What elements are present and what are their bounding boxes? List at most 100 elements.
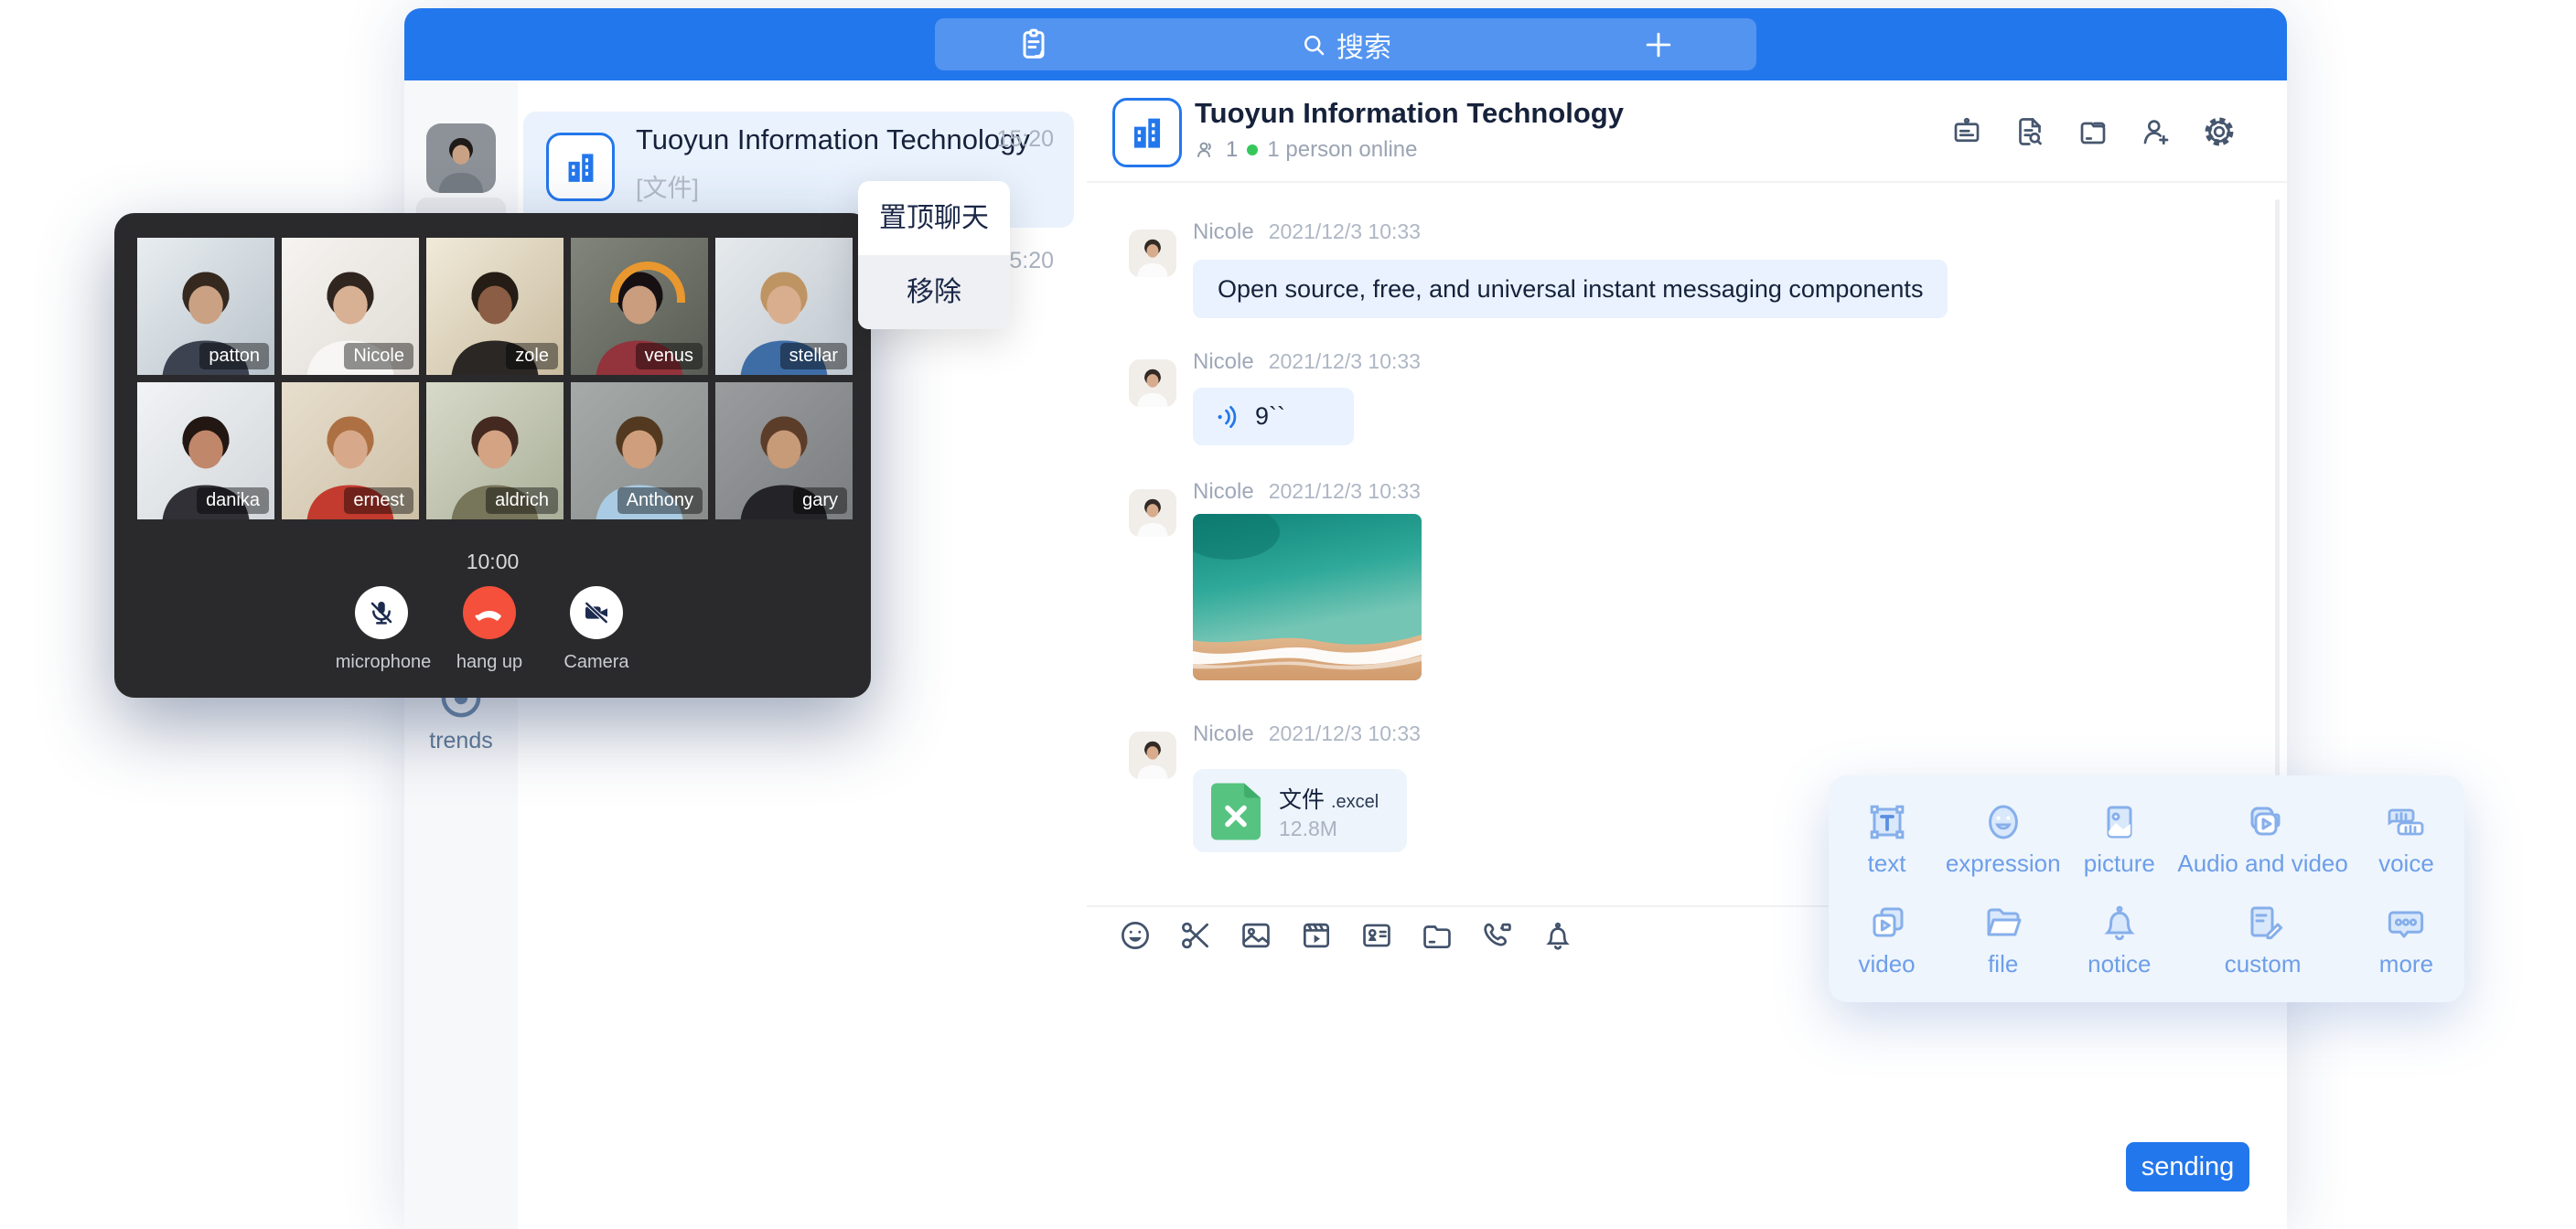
participant-name: gary xyxy=(793,487,847,514)
participant-name: ernest xyxy=(344,487,413,514)
video-grid: patton Nicole zole venus stellar danika … xyxy=(137,238,853,519)
panel-item-file[interactable]: file xyxy=(1945,889,2061,989)
add-icon[interactable] xyxy=(1641,27,1676,62)
sender-name: Nicole xyxy=(1193,721,1254,747)
video-tile: gary xyxy=(715,382,853,519)
chat-header: Tuoyun Information Technology 1 1 person… xyxy=(1087,80,2287,183)
avatar xyxy=(1129,489,1176,537)
chat-header-actions xyxy=(1950,115,2236,148)
call-icon[interactable] xyxy=(1480,918,1515,953)
voice-wave-icon xyxy=(1215,403,1242,431)
video-tile: danika xyxy=(137,382,274,519)
sender-name: Nicole xyxy=(1193,479,1254,505)
member-count: 1 xyxy=(1226,137,1238,163)
trends-label: trends xyxy=(404,728,518,754)
file-message-card[interactable]: 文件 .excel 12.8M xyxy=(1193,769,1407,852)
audio-video-icon xyxy=(2241,800,2285,844)
participant-name: venus xyxy=(636,343,703,369)
message-meta: Nicole 2021/12/3 10:33 xyxy=(1193,479,1421,505)
message-meta: Nicole 2021/12/3 10:33 xyxy=(1193,219,1421,245)
group-notice-icon[interactable] xyxy=(1950,115,1983,148)
panel-item-expression[interactable]: expression xyxy=(1945,788,2061,889)
search-placeholder: 搜索 xyxy=(1336,25,1391,65)
menu-item-pin-chat[interactable]: 置顶聊天 xyxy=(858,181,1010,255)
message-time: 2021/12/3 10:33 xyxy=(1269,721,1421,746)
online-status: 1 person online xyxy=(1267,137,1417,163)
voice-message-bubble[interactable]: 9`` xyxy=(1193,388,1354,445)
members-icon xyxy=(1195,139,1217,161)
menu-item-remove[interactable]: 移除 xyxy=(858,255,1010,329)
participant-name: Anthony xyxy=(617,487,703,514)
group-file-icon[interactable] xyxy=(2077,115,2109,148)
participant-name: patton xyxy=(199,343,269,369)
avatar[interactable] xyxy=(426,123,496,193)
chat-history-search-icon[interactable] xyxy=(2013,115,2046,148)
app-topbar: 搜索 xyxy=(404,8,2287,80)
panel-item-notice[interactable]: notice xyxy=(2061,889,2177,989)
page: 搜索 xyxy=(0,0,2576,1229)
microphone-mute-button[interactable] xyxy=(355,586,408,639)
excel-file-icon xyxy=(1208,781,1264,840)
participant-name: zole xyxy=(506,343,558,369)
video-call-overlay: patton Nicole zole venus stellar danika … xyxy=(114,213,871,698)
hang-up-button[interactable] xyxy=(463,586,516,639)
video-tile: aldrich xyxy=(426,382,564,519)
video-icon xyxy=(1865,901,1909,945)
conversation-title: Tuoyun Information Technology xyxy=(636,123,1030,156)
composer-toolbar xyxy=(1118,918,1575,953)
sender-name: Nicole xyxy=(1193,349,1254,375)
search-input[interactable]: 搜索 xyxy=(935,18,1756,70)
camera-label: Camera xyxy=(523,652,670,673)
voice-duration: 9`` xyxy=(1255,402,1285,431)
composer-type-panel: text expression picture Audio and video xyxy=(1829,775,2464,1002)
contact-card-icon[interactable] xyxy=(1359,918,1394,953)
video-tile: zole xyxy=(426,238,564,375)
participant-name: aldrich xyxy=(486,487,558,514)
file-size: 12.8M xyxy=(1279,817,1337,841)
voice-icon xyxy=(2384,800,2428,844)
participant-name: stellar xyxy=(780,343,847,369)
panel-item-video[interactable]: video xyxy=(1829,889,1945,989)
expression-icon xyxy=(1981,800,2025,844)
folder-icon[interactable] xyxy=(1420,918,1454,953)
avatar xyxy=(1129,230,1176,277)
settings-gear-icon[interactable] xyxy=(2203,115,2236,148)
panel-item-voice[interactable]: voice xyxy=(2348,788,2464,889)
message-time: 2021/12/3 10:33 xyxy=(1269,349,1421,374)
text-message-bubble: Open source, free, and universal instant… xyxy=(1193,260,1948,318)
custom-icon xyxy=(2241,901,2285,945)
video-clip-icon[interactable] xyxy=(1299,918,1334,953)
panel-item-audio-video[interactable]: Audio and video xyxy=(2177,788,2347,889)
message-meta: Nicole 2021/12/3 10:33 xyxy=(1193,721,1421,747)
panel-item-text[interactable]: text xyxy=(1829,788,1945,889)
panel-item-picture[interactable]: picture xyxy=(2061,788,2177,889)
group-avatar-icon xyxy=(546,133,615,201)
message-time: 2021/12/3 10:33 xyxy=(1269,219,1421,244)
emoji-icon[interactable] xyxy=(1118,918,1153,953)
picture-icon xyxy=(2098,800,2141,844)
message-meta: Nicole 2021/12/3 10:33 xyxy=(1193,349,1421,375)
search-bar[interactable]: 搜索 xyxy=(935,18,1756,70)
video-tile: ernest xyxy=(282,382,419,519)
picture-icon[interactable] xyxy=(1239,918,1273,953)
notification-bell-icon[interactable] xyxy=(1540,918,1575,953)
panel-item-custom[interactable]: custom xyxy=(2177,889,2347,989)
chat-title: Tuoyun Information Technology xyxy=(1195,97,1624,130)
add-member-icon[interactable] xyxy=(2140,115,2173,148)
conversation-last-message: [文件] xyxy=(636,168,699,204)
call-timer: 10:00 xyxy=(114,550,871,574)
file-name: 文件 .excel xyxy=(1279,782,1379,815)
file-ext: .excel xyxy=(1331,792,1379,812)
message-time: 2021/12/3 10:33 xyxy=(1269,479,1421,504)
send-button[interactable]: sending xyxy=(2126,1142,2249,1192)
panel-item-more[interactable]: more xyxy=(2348,889,2464,989)
image-message-beach[interactable] xyxy=(1193,514,1422,680)
video-tile: stellar xyxy=(715,238,853,375)
participant-name: danika xyxy=(197,487,269,514)
screenshot-scissors-icon[interactable] xyxy=(1178,918,1213,953)
avatar xyxy=(1129,359,1176,407)
video-tile: Nicole xyxy=(282,238,419,375)
notice-bell-icon xyxy=(2098,901,2141,945)
text-icon xyxy=(1865,800,1909,844)
camera-off-button[interactable] xyxy=(570,586,623,639)
